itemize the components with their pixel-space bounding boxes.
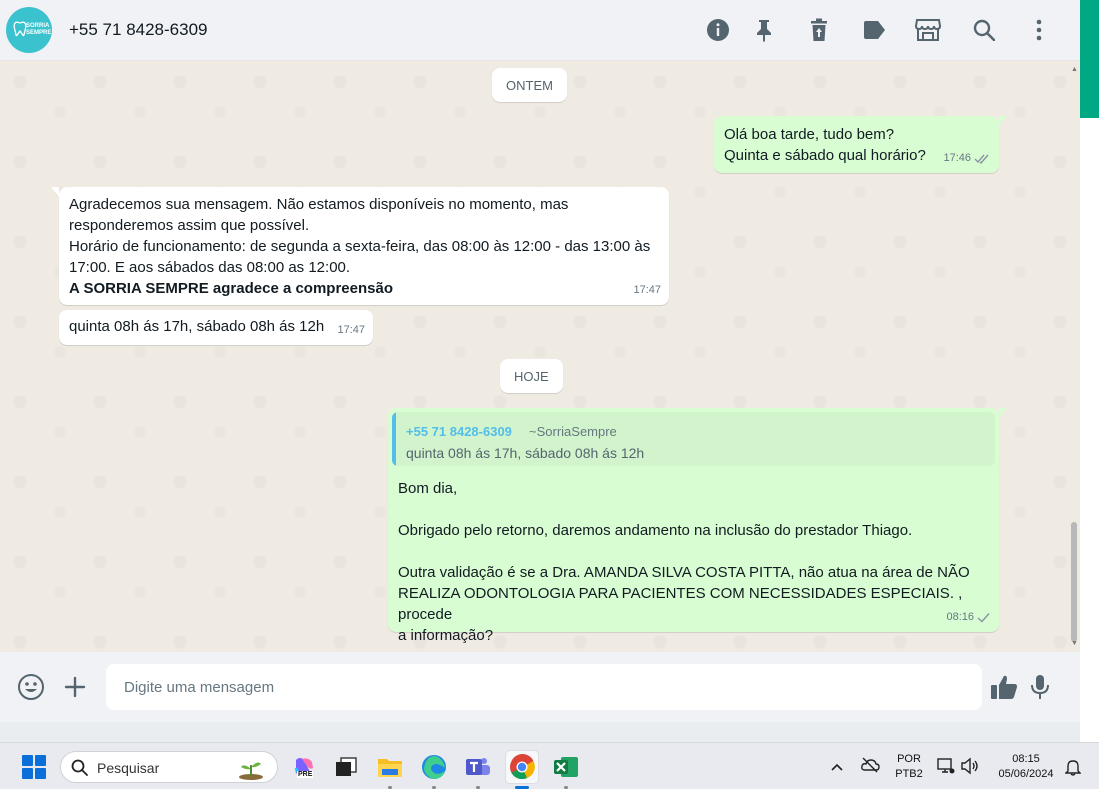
message-meta: 17:46 xyxy=(943,148,991,169)
search-icon[interactable] xyxy=(970,16,998,44)
store-icon[interactable] xyxy=(914,16,942,44)
chat-header: SORRIA SEMPRE +55 71 8428-6309 xyxy=(0,0,1080,61)
message-text-line: 17:00. E aos sábados das 08:00 as 12:00. xyxy=(69,259,351,276)
notification-bell-icon[interactable] xyxy=(1064,758,1082,781)
label-icon[interactable] xyxy=(860,16,888,44)
double-check-icon xyxy=(974,154,989,164)
scroll-up-arrow-icon[interactable]: ▲ xyxy=(1071,66,1078,73)
date-divider-today: HOJE xyxy=(500,359,563,393)
network-icon[interactable] xyxy=(937,757,955,780)
windows-start-icon[interactable] xyxy=(22,755,46,779)
contact-avatar[interactable]: SORRIA SEMPRE xyxy=(6,7,52,53)
bubble-tail xyxy=(51,187,59,197)
quoted-text: quinta 08h ás 17h, sábado 08h ás 12h xyxy=(406,445,645,461)
message-body: Bom dia, Obrigado pelo retorno, daremos … xyxy=(398,478,989,646)
thumbs-up-icon[interactable] xyxy=(989,672,1019,702)
message-list[interactable]: ONTEM Olá boa tarde, tudo bem? Quinta e … xyxy=(0,62,1080,652)
windows-taskbar: Pesquisar PRE POR PTB2 08:15 05/06/2024 xyxy=(0,742,1099,789)
file-explorer-icon[interactable] xyxy=(374,751,406,789)
bubble-tail xyxy=(999,408,1007,418)
search-icon xyxy=(71,759,88,776)
contact-name[interactable]: +55 71 8428-6309 xyxy=(69,20,208,40)
message-text-line: Bom dia, xyxy=(398,480,458,497)
copilot-app-icon[interactable]: PRE xyxy=(288,751,320,783)
message-incoming[interactable]: Agradecemos sua mensagem. Não estamos di… xyxy=(51,187,669,305)
message-text-line: REALIZA ODONTOLOGIA PARA PACIENTES COM N… xyxy=(398,585,963,623)
clock-time: 08:15 xyxy=(1012,753,1040,765)
message-text-line: Outra validação é se a Dra. AMANDA SILVA… xyxy=(398,564,970,581)
message-meta: 08:16 xyxy=(946,607,991,628)
attach-plus-icon[interactable] xyxy=(60,672,90,702)
menu-icon[interactable] xyxy=(1025,16,1053,44)
message-text-line: quinta 08h ás 17h, sábado 08h ás 12h xyxy=(69,318,325,335)
whatsapp-green-bar xyxy=(1080,0,1099,118)
avatar-brand-text: SORRIA SEMPRE xyxy=(26,23,52,36)
message-meta: 17:47 xyxy=(337,320,365,341)
onedrive-offline-icon[interactable] xyxy=(860,757,880,778)
whatsapp-window: SORRIA SEMPRE +55 71 8428-6309 ONTEM Olá… xyxy=(0,0,1080,742)
message-text-line: Olá boa tarde, tudo bem? xyxy=(724,126,895,143)
plant-illustration-icon xyxy=(239,762,263,780)
copilot-preview-badge: PRE xyxy=(297,771,314,778)
keyboard-layout: PTB2 xyxy=(895,768,923,780)
tray-overflow-chevron-icon[interactable] xyxy=(830,759,844,777)
message-meta: 17:47 xyxy=(633,280,661,301)
scroll-down-arrow-icon[interactable]: ▼ xyxy=(1071,640,1078,647)
keyboard-language-indicator[interactable]: POR PTB2 xyxy=(893,752,925,782)
window-bottom-edge xyxy=(0,722,1080,742)
volume-icon[interactable] xyxy=(960,757,980,780)
message-input[interactable] xyxy=(106,664,982,710)
quoted-pushname: ~SorriaSempre xyxy=(529,424,617,439)
message-time: 17:47 xyxy=(337,324,365,336)
date-divider-yesterday: ONTEM xyxy=(492,68,567,102)
composer-bar xyxy=(0,652,1080,722)
emoji-icon[interactable] xyxy=(16,672,46,702)
quote-accent-bar xyxy=(392,412,396,466)
quoted-message[interactable]: +55 71 8428-6309 ~SorriaSempre quinta 08… xyxy=(392,412,995,466)
scrollbar-thumb[interactable] xyxy=(1071,522,1077,642)
message-outgoing[interactable]: Olá boa tarde, tudo bem? Quinta e sábado… xyxy=(714,116,1007,173)
chat-scrollbar[interactable] xyxy=(1070,62,1078,652)
message-text-line: responderemos assim que possível. xyxy=(69,217,310,234)
message-text-line: Obrigado pelo retorno, daremos andamento… xyxy=(398,522,913,539)
background-strip xyxy=(1080,0,1099,742)
single-check-icon xyxy=(977,613,990,623)
taskbar-search-box[interactable]: Pesquisar xyxy=(60,751,278,783)
message-text-line: Agradecemos sua mensagem. Não estamos di… xyxy=(69,196,569,213)
message-outgoing[interactable]: +55 71 8428-6309 ~SorriaSempre quinta 08… xyxy=(388,408,1007,644)
message-time: 17:47 xyxy=(633,284,661,296)
message-text-line: Horário de funcionamento: de segunda a s… xyxy=(69,238,651,255)
search-label: Pesquisar xyxy=(97,760,160,776)
clock-date: 05/06/2024 xyxy=(998,768,1054,780)
message-incoming[interactable]: quinta 08h ás 17h, sábado 08h ás 12h 17:… xyxy=(59,310,373,345)
bubble-tail xyxy=(999,116,1007,126)
microphone-icon[interactable] xyxy=(1025,672,1055,702)
message-time: 08:16 xyxy=(946,611,974,623)
chrome-browser-icon[interactable] xyxy=(506,751,538,789)
language-code: POR xyxy=(897,753,921,765)
pin-icon[interactable] xyxy=(750,16,778,44)
message-time: 17:46 xyxy=(943,152,971,164)
excel-app-icon[interactable] xyxy=(550,751,582,789)
message-text-bold: A SORRIA SEMPRE agradece a compreensão xyxy=(69,280,393,297)
tooth-logo-icon xyxy=(13,21,27,37)
delete-icon[interactable] xyxy=(805,16,833,44)
taskbar-clock[interactable]: 08:15 05/06/2024 xyxy=(990,752,1062,782)
info-icon[interactable] xyxy=(704,16,732,44)
message-text-line: a informação? xyxy=(398,627,494,644)
edge-browser-icon[interactable] xyxy=(418,751,450,789)
quoted-sender: +55 71 8428-6309 xyxy=(406,424,512,439)
teams-app-icon[interactable] xyxy=(462,751,494,789)
task-view-icon[interactable] xyxy=(330,751,362,783)
